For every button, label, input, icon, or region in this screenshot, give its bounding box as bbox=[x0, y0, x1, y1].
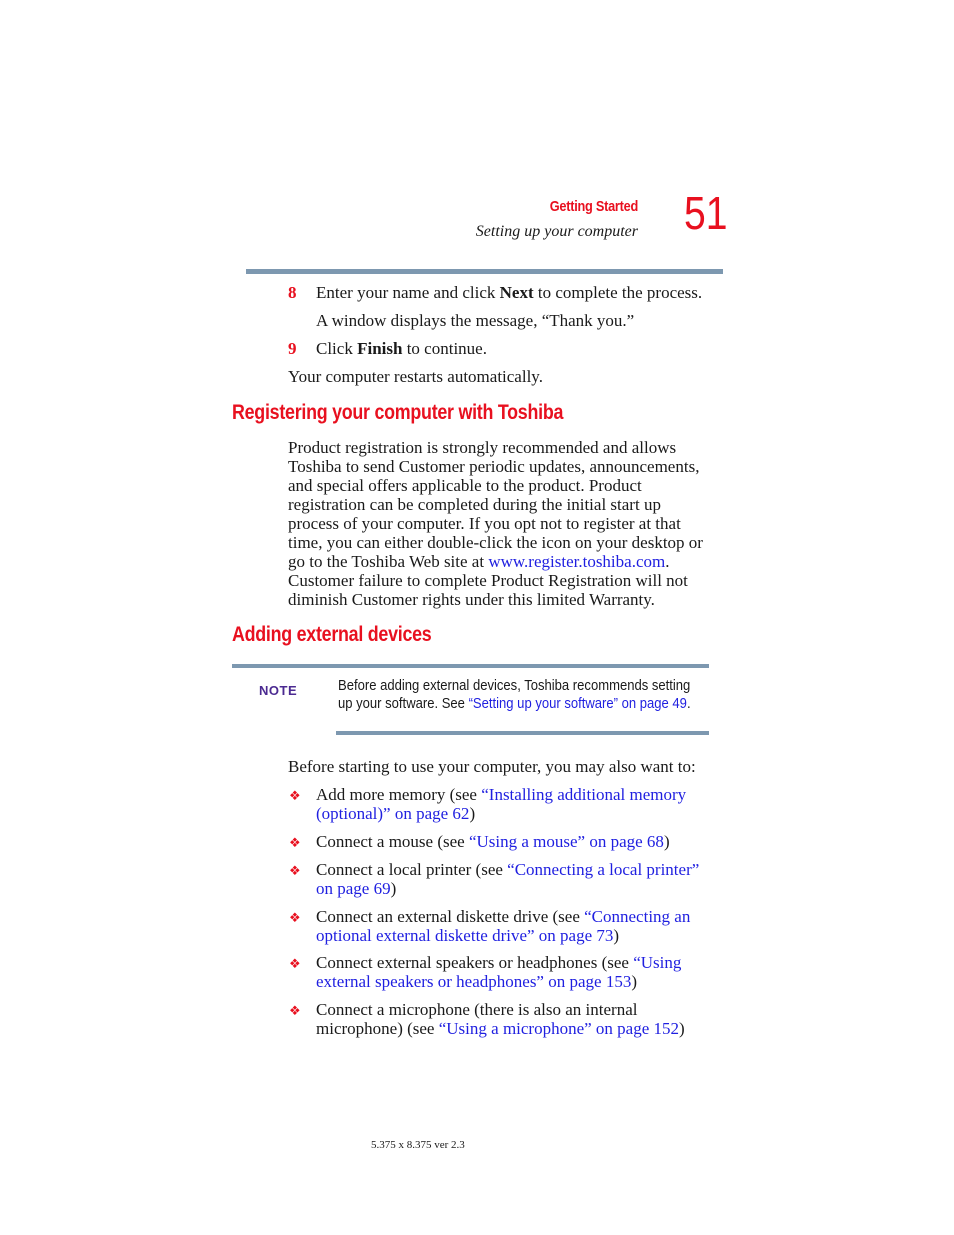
restart-text: Your computer restarts automatically. bbox=[288, 367, 543, 386]
step-8-result: A window displays the message, “Thank yo… bbox=[316, 311, 635, 330]
note-rule-bottom bbox=[336, 731, 709, 735]
note-rule-top bbox=[232, 664, 709, 668]
note-label: NOTE bbox=[259, 683, 298, 698]
ui-term-next: Next bbox=[499, 283, 534, 302]
link-speakers[interactable]: “Using bbox=[633, 953, 681, 972]
running-header-section: Getting Started bbox=[549, 198, 639, 215]
section-heading-registering: Registering your computer with Toshiba bbox=[232, 401, 564, 424]
list-item: Connect external speakers or headphones … bbox=[316, 953, 682, 991]
step-number: 8 bbox=[288, 283, 297, 302]
running-header-subsection: Setting up your computer bbox=[475, 223, 638, 240]
note-link-setting-up-software[interactable]: “Setting up your software” on page 49 bbox=[469, 695, 687, 712]
list-item: Connect a mouse (see “Using a mouse” on … bbox=[316, 832, 670, 851]
step-8: 8 bbox=[288, 283, 297, 303]
registering-paragraph: Product registration is strongly recomme… bbox=[288, 438, 703, 609]
bullet-icon: ❖ bbox=[289, 1003, 301, 1018]
bullet-icon: ❖ bbox=[289, 956, 301, 971]
section-heading-adding-devices: Adding external devices bbox=[232, 623, 432, 646]
bullet-icon: ❖ bbox=[289, 863, 301, 878]
link-local-printer-page[interactable]: on page 69 bbox=[316, 879, 391, 898]
footer-version: 5.375 x 8.375 ver 2.3 bbox=[371, 1139, 465, 1151]
step-number: 9 bbox=[288, 339, 297, 358]
adding-intro: Before starting to use your computer, yo… bbox=[288, 757, 696, 776]
link-installing-memory[interactable]: “Installing additional memory bbox=[481, 785, 686, 804]
link-using-mouse[interactable]: “Using a mouse” on page 68 bbox=[469, 832, 664, 851]
link-diskette-drive[interactable]: “Connecting an bbox=[584, 907, 690, 926]
list-item: Connect a microphone (there is also an i… bbox=[316, 1000, 685, 1038]
link-installing-memory-page[interactable]: (optional)” on page 62 bbox=[316, 804, 469, 823]
list-item: Connect a local printer (see “Connecting… bbox=[316, 860, 700, 898]
header-rule bbox=[246, 269, 723, 274]
list-item: Add more memory (see “Installing additio… bbox=[316, 785, 687, 823]
bullet-icon: ❖ bbox=[289, 788, 301, 803]
step-8-text: Enter your name and click Next to comple… bbox=[316, 283, 703, 302]
link-local-printer[interactable]: “Connecting a local printer” bbox=[507, 860, 699, 879]
bullet-icon: ❖ bbox=[289, 835, 301, 850]
step-9: 9 bbox=[288, 339, 297, 359]
registration-website-link[interactable]: www.register.toshiba.com bbox=[488, 552, 665, 571]
link-speakers-page[interactable]: external speakers or headphones” on page… bbox=[316, 972, 631, 991]
link-microphone[interactable]: “Using a microphone” on page 152 bbox=[439, 1019, 679, 1038]
link-diskette-drive-page[interactable]: optional external diskette drive” on pag… bbox=[316, 926, 613, 945]
list-item: Connect an external diskette drive (see … bbox=[316, 907, 691, 945]
step-9-text: Click Finish to continue. bbox=[316, 339, 487, 358]
ui-term-finish: Finish bbox=[357, 339, 403, 358]
bullet-icon: ❖ bbox=[289, 910, 301, 925]
page-number: 51 bbox=[684, 187, 728, 239]
note-text: Before adding external devices, Toshiba … bbox=[338, 677, 691, 712]
